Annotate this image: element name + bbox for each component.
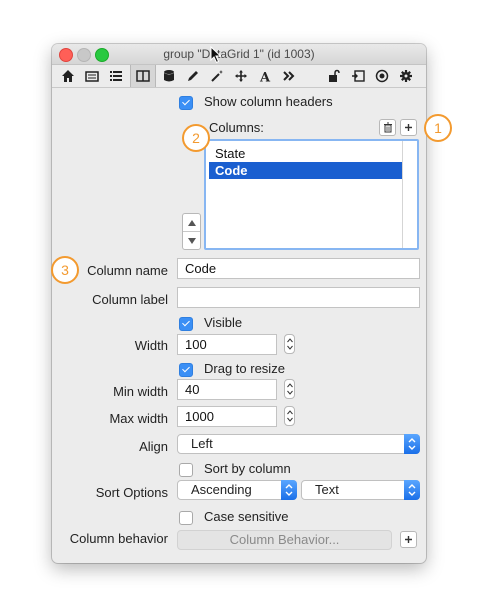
magic-wand-icon[interactable]	[205, 65, 229, 87]
width-label: Width	[134, 338, 168, 353]
title-bar[interactable]: group "DataGrid 1" (id 1003)	[52, 44, 426, 65]
forward-icon[interactable]	[277, 65, 301, 87]
sort-options-label: Sort Options	[95, 485, 168, 500]
columns-icon[interactable]	[130, 65, 156, 87]
pencil-icon[interactable]	[181, 65, 205, 87]
show-column-headers-checkbox[interactable]	[179, 96, 193, 110]
min-width-field[interactable]: 40	[177, 379, 277, 400]
trash-icon	[383, 122, 392, 133]
inspector-toolbar: A	[52, 65, 426, 88]
columns-label: Columns:	[209, 120, 264, 135]
unlock-icon[interactable]	[322, 65, 346, 87]
svg-text:A: A	[259, 71, 271, 84]
drag-to-resize-checkbox[interactable]	[179, 363, 193, 377]
align-label: Align	[139, 439, 168, 454]
list-icon[interactable]	[104, 65, 128, 87]
list-scrollbar-divider	[402, 141, 403, 248]
property-inspector-window: group "DataGrid 1" (id 1003) A Show colu…	[52, 44, 426, 563]
sort-by-column-label: Sort by column	[204, 461, 291, 476]
align-popup[interactable]: Left	[177, 434, 420, 454]
popup-arrows-icon	[404, 480, 420, 500]
callout-2: 2	[182, 124, 210, 152]
width-stepper[interactable]	[284, 334, 295, 354]
max-width-label: Max width	[109, 411, 168, 426]
target-icon[interactable]	[370, 65, 394, 87]
plus-icon	[405, 536, 412, 543]
list-item[interactable]: State	[209, 145, 409, 162]
column-label-field[interactable]	[177, 287, 420, 308]
gear-icon[interactable]	[394, 65, 418, 87]
column-behavior-button[interactable]: Column Behavior...	[177, 530, 392, 550]
script-icon[interactable]	[346, 65, 370, 87]
callout-3: 3	[51, 256, 79, 284]
max-width-stepper[interactable]	[284, 406, 295, 426]
sort-order-value: Ascending	[191, 482, 252, 497]
window-title: group "DataGrid 1" (id 1003)	[163, 47, 315, 61]
column-name-field[interactable]: Code	[177, 258, 420, 279]
popup-arrows-icon	[281, 480, 297, 500]
sort-order-popup[interactable]: Ascending	[177, 480, 297, 500]
database-icon[interactable]	[157, 65, 181, 87]
popup-arrows-icon	[404, 434, 420, 454]
delete-column-button[interactable]	[379, 119, 396, 136]
add-behavior-button[interactable]	[400, 531, 417, 548]
stepper-arrows-icon	[286, 410, 293, 422]
stepper-arrows-icon	[286, 383, 293, 395]
home-icon[interactable]	[56, 65, 80, 87]
callout-1: 1	[424, 114, 452, 142]
move-up-button[interactable]	[183, 214, 200, 232]
min-width-label: Min width	[113, 384, 168, 399]
text-icon[interactable]: A	[253, 65, 277, 87]
move-column-stepper	[182, 213, 201, 250]
add-column-button[interactable]	[400, 119, 417, 136]
visible-checkbox[interactable]	[179, 317, 193, 331]
columns-list[interactable]: State Code	[204, 139, 419, 250]
card-icon[interactable]	[80, 65, 104, 87]
sort-type-value: Text	[315, 482, 339, 497]
plus-icon	[405, 124, 412, 131]
case-sensitive-checkbox[interactable]	[179, 511, 193, 525]
min-width-stepper[interactable]	[284, 379, 295, 399]
triangle-down-icon	[187, 237, 196, 244]
sort-type-popup[interactable]: Text	[301, 480, 420, 500]
triangle-up-icon	[187, 219, 196, 226]
align-value: Left	[191, 436, 213, 451]
show-column-headers-label: Show column headers	[204, 94, 333, 109]
width-field[interactable]: 100	[177, 334, 277, 355]
column-behavior-label: Column behavior	[69, 531, 168, 546]
move-down-button[interactable]	[183, 232, 200, 249]
visible-label: Visible	[204, 315, 243, 330]
case-sensitive-label: Case sensitive	[204, 509, 289, 524]
list-item-selected[interactable]: Code	[209, 162, 403, 179]
stepper-arrows-icon	[286, 338, 293, 350]
column-label-label: Column label	[92, 292, 168, 307]
move-icon[interactable]	[229, 65, 253, 87]
mouse-cursor-icon	[210, 46, 222, 64]
sort-by-column-checkbox[interactable]	[179, 463, 193, 477]
drag-to-resize-label: Drag to resize	[204, 361, 285, 376]
max-width-field[interactable]: 1000	[177, 406, 277, 427]
